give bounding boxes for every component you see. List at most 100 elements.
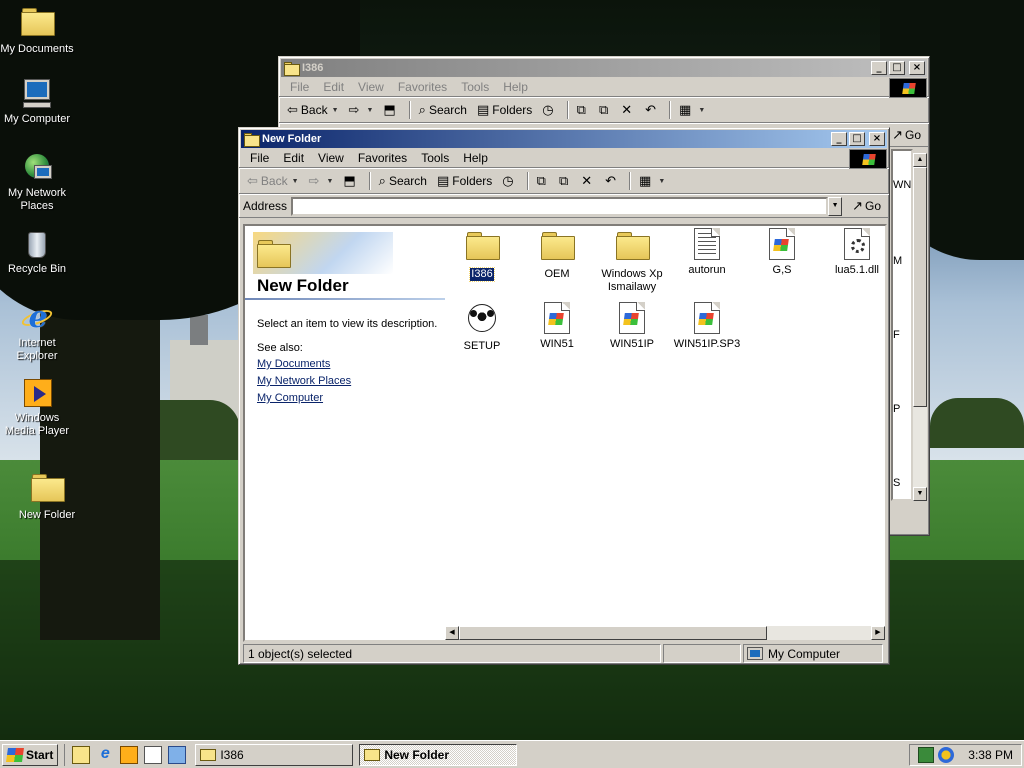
taskbar-task-new-folder[interactable]: New Folder (359, 743, 518, 766)
start-button[interactable]: Start (2, 743, 59, 766)
chevron-down-icon[interactable]: ▼ (698, 107, 705, 114)
scroll-up-button[interactable]: ▲ (913, 153, 927, 167)
undo-button[interactable]: ↶ (641, 101, 663, 120)
file-item-win51ip[interactable]: WIN51IP (594, 302, 670, 351)
titlebar-new-folder[interactable]: New Folder _ □ × (241, 130, 887, 148)
taskbar-task-i386[interactable]: I386 (195, 743, 354, 766)
quick-launch-show-desktop-icon[interactable] (144, 745, 163, 764)
file-item-setup[interactable]: SETUP (444, 302, 520, 353)
horizontal-scrollbar[interactable]: ◀ ▶ (445, 626, 885, 640)
views-button[interactable]: ▦ ▼ (635, 172, 669, 191)
menu-favorites[interactable]: Favorites (351, 149, 414, 167)
i386-vertical-scrollbar[interactable]: ▲ ▼ (913, 153, 927, 501)
menu-help[interactable]: Help (496, 78, 535, 96)
description-pane: New Folder Select an item to view its de… (245, 226, 445, 631)
security-tray-icon[interactable] (938, 747, 955, 763)
file-item-windows-xp-ismailawy[interactable]: Windows Xp Ismailawy (594, 228, 670, 294)
window-new-folder[interactable]: New Folder _ □ × File Edit View Favorite… (238, 127, 890, 665)
folders-button[interactable]: ▤ Folders (433, 172, 496, 191)
new-folder-file-pane[interactable]: New Folder Select an item to view its de… (243, 224, 887, 642)
folders-button[interactable]: ▤ Folders (473, 101, 536, 120)
address-input[interactable] (291, 196, 829, 216)
copy-to-button[interactable]: ⧉ (595, 101, 615, 120)
search-icon: ⌕ (418, 102, 426, 118)
file-label-fragment: WN (893, 179, 912, 191)
menu-favorites[interactable]: Favorites (391, 78, 454, 96)
undo-button[interactable]: ↶ (601, 172, 623, 191)
desktop-icon-internet-explorer[interactable]: e Internet Explorer (0, 302, 77, 363)
quick-launch-outlook-icon[interactable] (168, 745, 187, 764)
menu-view[interactable]: View (311, 149, 351, 167)
desktop-icon-my-documents[interactable]: My Documents (0, 4, 77, 56)
desktop-icon-my-network-places[interactable]: My Network Places (0, 152, 77, 213)
history-button[interactable]: ◷ (498, 172, 520, 191)
chevron-down-icon[interactable]: ▼ (326, 178, 333, 185)
minimize-button[interactable]: _ (871, 61, 887, 75)
quick-launch-explorer-icon[interactable] (72, 745, 91, 764)
desktop-icon-new-folder[interactable]: New Folder (7, 470, 87, 522)
scroll-right-button[interactable]: ▶ (871, 626, 885, 640)
link-my-computer[interactable]: My Computer (257, 392, 323, 404)
file-item-lua51-dll[interactable]: lua5.1.dll (819, 228, 885, 277)
scroll-thumb[interactable] (459, 626, 767, 640)
up-folder-button[interactable]: ⬒ (339, 172, 362, 191)
close-button[interactable]: × (869, 132, 885, 146)
views-button[interactable]: ▦ ▼ (675, 101, 709, 120)
menu-help[interactable]: Help (456, 149, 495, 167)
file-item-oem[interactable]: OEM (519, 228, 595, 281)
menu-tools[interactable]: Tools (414, 149, 456, 167)
maximize-button[interactable]: □ (889, 61, 905, 75)
desktop-icon-recycle-bin[interactable]: Recycle Bin (0, 228, 77, 276)
file-item-win51[interactable]: WIN51 (519, 302, 595, 351)
go-button[interactable]: ↗ Go (888, 127, 925, 143)
move-to-button[interactable]: ⧉ (573, 101, 593, 120)
menu-edit[interactable]: Edit (316, 78, 351, 96)
menu-file[interactable]: File (243, 149, 276, 167)
scroll-down-button[interactable]: ▼ (913, 487, 927, 501)
new-folder-icon (31, 474, 65, 506)
close-button[interactable]: × (909, 61, 925, 75)
back-button[interactable]: ⇦ Back ▼ (243, 172, 303, 191)
forward-button[interactable]: ⇨ ▼ (345, 101, 378, 120)
file-item-autorun[interactable]: autorun (669, 228, 745, 277)
delete-button[interactable]: ✕ (577, 172, 599, 191)
go-button[interactable]: ↗ Go (848, 198, 885, 214)
file-item-win51ip-sp3[interactable]: WIN51IP.SP3 (669, 302, 745, 351)
forward-button[interactable]: ⇨ ▼ (305, 172, 338, 191)
minimize-button[interactable]: _ (831, 132, 847, 146)
toolbar-i386: ⇦ Back ▼ ⇨ ▼ ⬒ ⌕ Search ▤ Folders ◷ ⧉ ⧉ ✕ ↶ ▦… (279, 97, 929, 123)
titlebar-i386[interactable]: I386 _ □ × (281, 59, 927, 77)
menu-view[interactable]: View (351, 78, 391, 96)
desktop-icon-windows-media-player[interactable]: Windows Media Player (0, 377, 77, 438)
network-tray-icon[interactable] (918, 747, 935, 763)
move-to-button[interactable]: ⧉ (533, 172, 553, 191)
chevron-down-icon[interactable]: ▼ (332, 107, 339, 114)
link-my-documents[interactable]: My Documents (257, 358, 330, 370)
delete-button[interactable]: ✕ (617, 101, 639, 120)
desktop-icon-my-computer[interactable]: My Computer (0, 78, 77, 126)
maximize-button[interactable]: □ (849, 132, 865, 146)
back-button[interactable]: ⇦ Back ▼ (283, 101, 343, 120)
scroll-thumb[interactable] (913, 167, 927, 407)
quick-launch-media-player-icon[interactable] (120, 745, 139, 764)
copy-to-button[interactable]: ⧉ (555, 172, 575, 191)
search-button[interactable]: ⌕ Search (375, 172, 431, 191)
menu-file[interactable]: File (283, 78, 316, 96)
scroll-left-button[interactable]: ◀ (445, 626, 459, 640)
chevron-down-icon[interactable]: ▼ (658, 178, 665, 185)
file-item-i386[interactable]: I386 (444, 228, 520, 282)
chevron-down-icon[interactable]: ▼ (366, 107, 373, 114)
up-folder-button[interactable]: ⬒ (379, 101, 402, 120)
search-button[interactable]: ⌕ Search (415, 101, 471, 120)
menu-tools[interactable]: Tools (454, 78, 496, 96)
file-item-gs[interactable]: G,S (744, 228, 820, 277)
history-button[interactable]: ◷ (538, 101, 560, 120)
quick-launch-internet-explorer-icon[interactable]: e (96, 745, 114, 764)
i386-file-pane[interactable]: WN M F P S (891, 149, 913, 501)
link-my-network-places[interactable]: My Network Places (257, 375, 351, 387)
menu-edit[interactable]: Edit (276, 149, 311, 167)
address-dropdown-button[interactable]: ▼ (828, 196, 843, 216)
toolbar-separator (526, 172, 529, 190)
chevron-down-icon[interactable]: ▼ (292, 178, 299, 185)
clock[interactable]: 3:38 PM (968, 748, 1013, 762)
